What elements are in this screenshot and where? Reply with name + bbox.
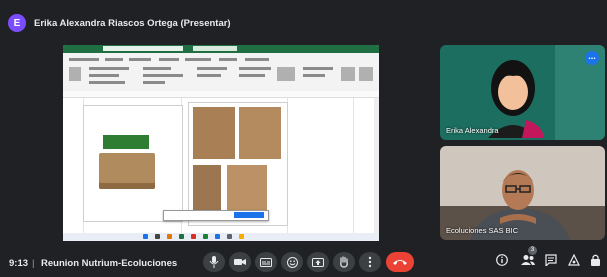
host-controls-button[interactable] bbox=[590, 254, 601, 269]
more-options-icon[interactable]: ... bbox=[585, 51, 599, 65]
present-button[interactable] bbox=[307, 252, 329, 272]
separator: | bbox=[32, 258, 35, 269]
raise-hand-icon bbox=[340, 256, 348, 268]
presenter-avatar[interactable]: E bbox=[8, 14, 26, 32]
captions-button[interactable] bbox=[255, 252, 277, 272]
captions-icon bbox=[260, 257, 272, 267]
shared-screen[interactable] bbox=[63, 45, 379, 241]
more-options-icon bbox=[368, 256, 372, 268]
end-call-icon bbox=[393, 260, 407, 265]
activities-button[interactable] bbox=[568, 253, 580, 269]
camera-button[interactable] bbox=[229, 252, 251, 272]
formula-bar bbox=[63, 91, 379, 98]
emoji-button[interactable] bbox=[281, 252, 303, 272]
end-call-button[interactable] bbox=[386, 252, 414, 272]
lock-icon bbox=[591, 254, 600, 266]
people-icon bbox=[521, 255, 535, 265]
meeting-time: 9:13 bbox=[9, 258, 29, 269]
emoji-icon bbox=[286, 256, 298, 268]
excel-ribbon bbox=[63, 53, 379, 92]
microphone-icon bbox=[209, 256, 219, 268]
raise-hand-button[interactable] bbox=[333, 252, 355, 272]
activities-icon bbox=[568, 253, 580, 266]
participant-name: Ecoluciones SAS BIC bbox=[446, 226, 519, 235]
presenter-bar: E Erika Alexandra Riascos Ortega (Presen… bbox=[8, 12, 231, 34]
info-icon bbox=[496, 254, 508, 266]
meeting-title: Reunion Nutrium-Ecoluciones bbox=[41, 258, 178, 269]
present-screen-icon bbox=[312, 257, 324, 267]
more-options-button[interactable] bbox=[359, 252, 381, 272]
people-button[interactable] bbox=[521, 254, 535, 269]
meet-window: E Erika Alexandra Riascos Ortega (Presen… bbox=[0, 0, 607, 277]
info-button[interactable] bbox=[496, 254, 508, 269]
presenter-name: Erika Alexandra Riascos Ortega (Presenta… bbox=[34, 17, 231, 29]
excel-titlebar bbox=[63, 45, 379, 53]
chat-button[interactable] bbox=[545, 254, 557, 269]
microphone-button[interactable] bbox=[203, 252, 225, 272]
camera-icon bbox=[234, 259, 246, 265]
participant-name: Erika Alexandra bbox=[446, 126, 499, 135]
chat-icon bbox=[545, 254, 557, 268]
